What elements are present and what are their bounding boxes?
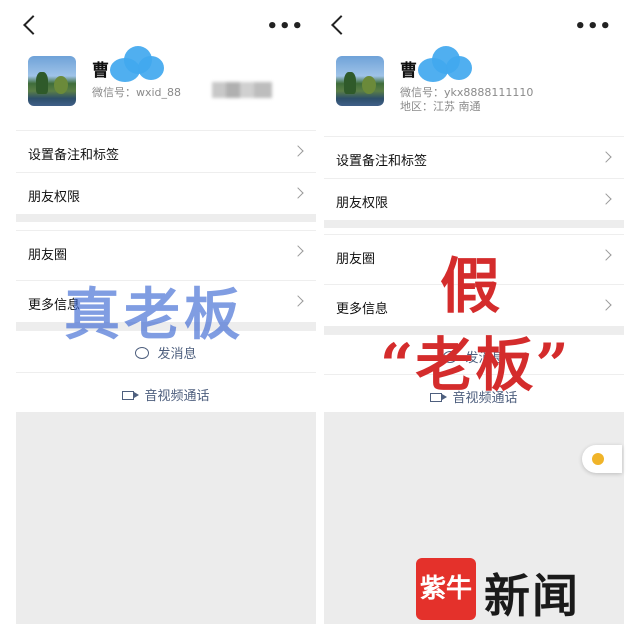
row-remark-tags[interactable]: 设置备注和标签	[324, 136, 624, 178]
row-label: 朋友圈	[28, 248, 68, 263]
chevron-right-icon	[292, 187, 304, 199]
brand-logo: 紫牛	[416, 558, 476, 620]
cloud-redaction-icon	[104, 42, 164, 86]
section-gap	[16, 214, 316, 222]
back-icon[interactable]	[23, 15, 43, 35]
profile-header: 曹 微信号：ykx8888111110 地区：江苏 南通	[336, 46, 624, 116]
top-bar: •••	[324, 12, 624, 44]
mosaic-redaction	[212, 82, 272, 98]
chevron-right-icon	[600, 299, 612, 311]
section-gap	[324, 220, 624, 228]
row-moments[interactable]: 朋友圈	[16, 230, 316, 272]
profile-header: 曹 微信号：wxid_88	[28, 46, 316, 116]
row-label: 更多信息	[336, 302, 389, 317]
row-label: 朋友圈	[336, 252, 376, 267]
chevron-right-icon	[600, 151, 612, 163]
av-call-button[interactable]: 音视频通话	[16, 372, 316, 412]
overlay-text-real-boss: 真老板	[64, 282, 244, 348]
brand-name: 新闻	[484, 569, 580, 623]
row-friend-permissions[interactable]: 朋友权限	[324, 178, 624, 220]
top-bar: •••	[16, 12, 316, 44]
region: 地区：江苏 南通	[400, 100, 481, 113]
wechat-id: 微信号：wxid_88	[92, 86, 182, 99]
chevron-right-icon	[292, 295, 304, 307]
assist-icon	[592, 453, 604, 465]
chevron-right-icon	[292, 245, 304, 257]
chevron-right-icon	[600, 193, 612, 205]
comparison-image: ••• 曹 微信号：wxid_88 设置备注和标签 朋友权限 朋友圈 更多信息 …	[0, 0, 640, 640]
row-label: 设置备注和标签	[28, 148, 120, 163]
row-friend-permissions[interactable]: 朋友权限	[16, 172, 316, 214]
cloud-redaction-icon	[412, 42, 472, 86]
avatar[interactable]	[28, 56, 76, 106]
avatar[interactable]	[336, 56, 384, 106]
back-icon[interactable]	[331, 15, 351, 35]
row-label: 朋友权限	[28, 190, 81, 205]
overlay-text-fake: 假	[440, 252, 500, 322]
chevron-right-icon	[292, 145, 304, 157]
row-label: 朋友权限	[336, 196, 389, 211]
more-icon[interactable]: •••	[574, 16, 612, 37]
video-call-icon	[122, 391, 140, 400]
row-remark-tags[interactable]: 设置备注和标签	[16, 130, 316, 172]
overlay-text-boss-quoted: “老板”	[380, 331, 571, 399]
empty-area	[16, 412, 316, 624]
more-icon[interactable]: •••	[266, 16, 304, 37]
av-call-label: 音视频通话	[144, 389, 210, 404]
chevron-right-icon	[600, 249, 612, 261]
floating-assist-button[interactable]	[582, 445, 622, 473]
row-label: 设置备注和标签	[336, 154, 428, 169]
